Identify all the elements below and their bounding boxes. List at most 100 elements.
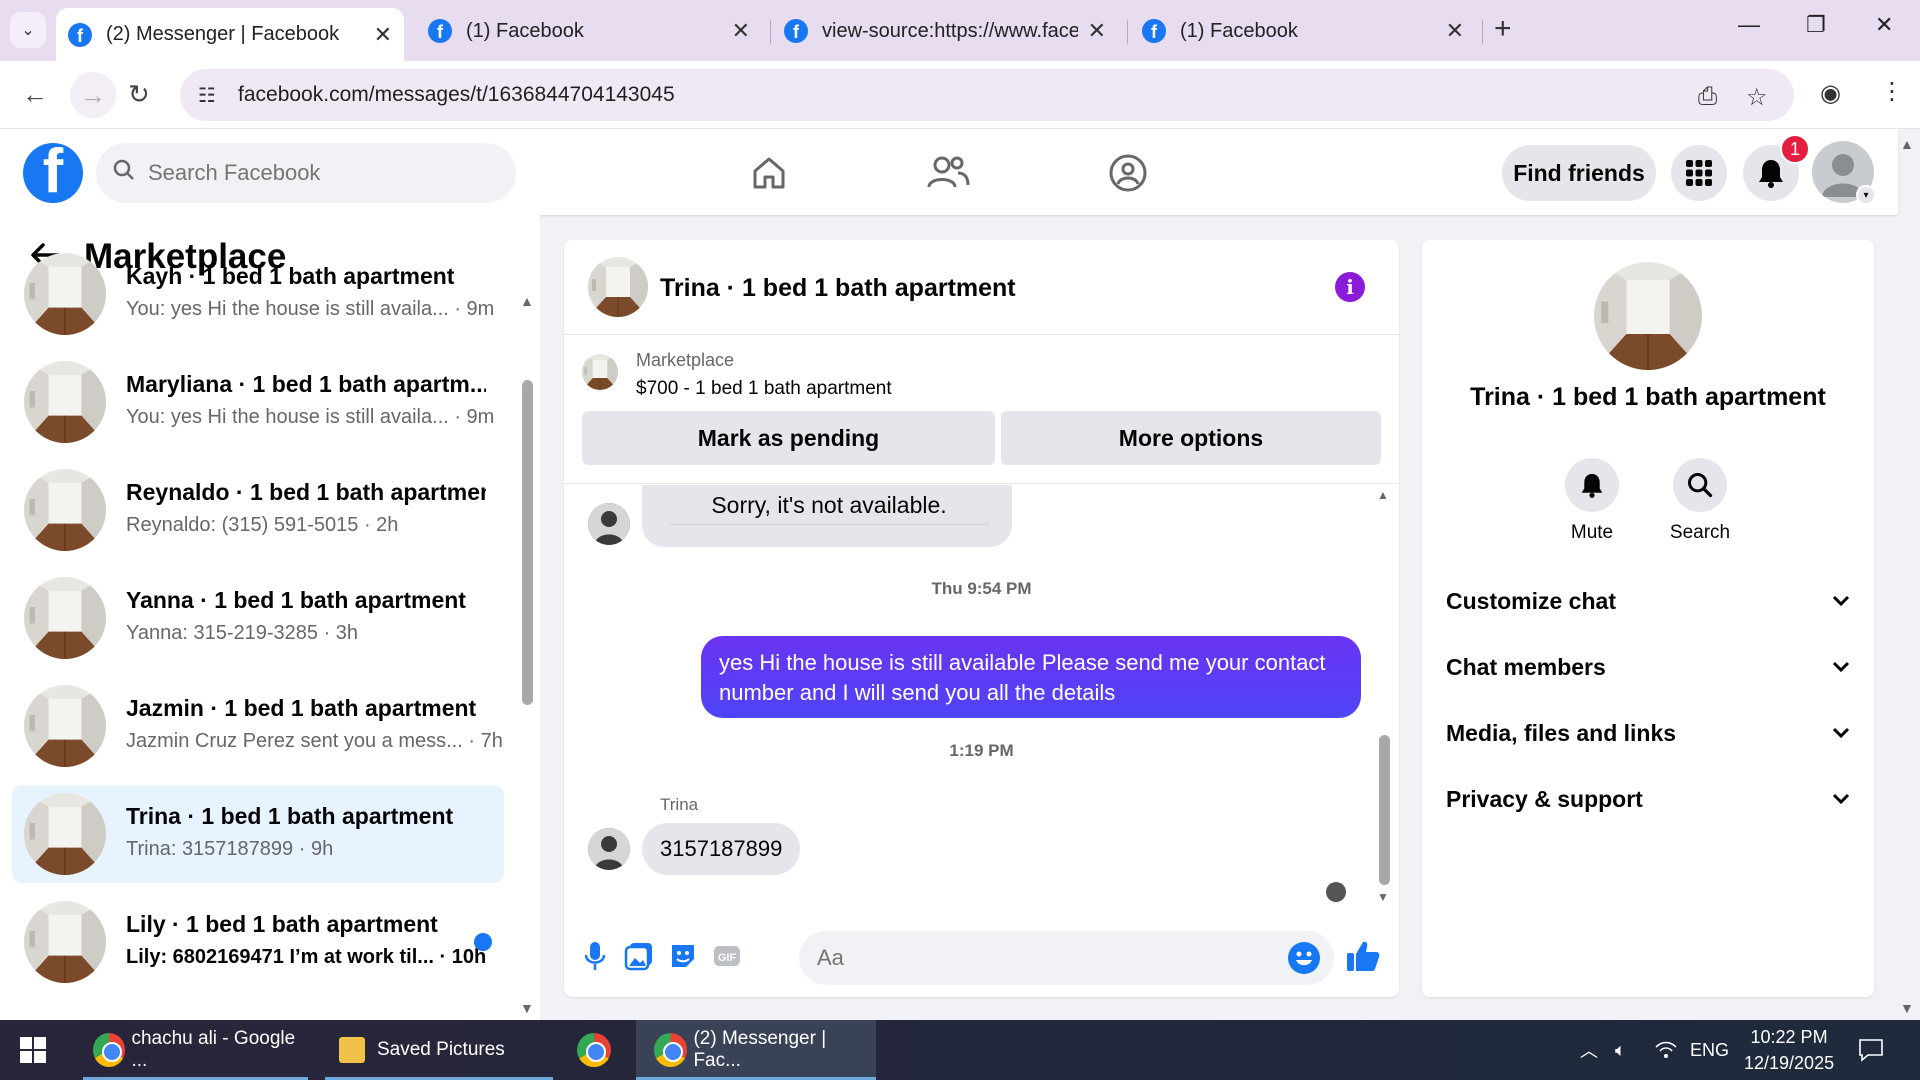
- snippet-separator: ·: [462, 730, 481, 752]
- thread-scroll-up-arrow[interactable]: ▲: [1377, 488, 1389, 502]
- bell-icon: [1565, 458, 1619, 512]
- browser-tab-messenger[interactable]: f (2) Messenger | Facebook ✕: [56, 8, 404, 61]
- chrome-profile-icon[interactable]: ◉: [1820, 79, 1841, 108]
- chat-members-section[interactable]: Chat members: [1446, 642, 1850, 692]
- minimize-window-icon[interactable]: —: [1738, 12, 1760, 38]
- thread-scrollbar-thumb[interactable]: [1379, 735, 1390, 885]
- search-conversation-button[interactable]: Search: [1655, 458, 1745, 544]
- windows-taskbar: chachu ali - Google ... Saved Pictures (…: [0, 1020, 1920, 1080]
- page-scroll-up-arrow[interactable]: ▲: [1900, 136, 1914, 152]
- site-info-icon[interactable]: ☷: [198, 83, 228, 108]
- listing-title[interactable]: $700 - 1 bed 1 bath apartment: [636, 378, 892, 400]
- conversation-item[interactable]: Maryliana · 1 bed 1 bath apartm... You: y…: [12, 353, 504, 451]
- incoming-message-bubble[interactable]: 3157187899: [642, 823, 801, 875]
- incoming-message-bubble[interactable]: Sorry, it's not available.: [642, 485, 1012, 547]
- reload-icon[interactable]: ↻: [128, 79, 150, 110]
- media-files-links-section[interactable]: Media, files and links: [1446, 708, 1850, 758]
- groups-icon[interactable]: [1104, 149, 1152, 197]
- browser-menu-icon[interactable]: ⋮: [1880, 77, 1904, 106]
- details-avatar[interactable]: [1594, 262, 1702, 370]
- page-scroll-down-arrow[interactable]: ▼: [1900, 1000, 1914, 1016]
- conversation-avatar: [24, 361, 106, 443]
- conversation-item[interactable]: Lily · 1 bed 1 bath apartment Lily: 68021…: [12, 893, 504, 991]
- gif-icon[interactable]: GIF: [710, 939, 744, 973]
- customize-chat-section[interactable]: Customize chat: [1446, 576, 1850, 626]
- taskbar-chrome-window-1[interactable]: chachu ali - Google ...: [83, 1020, 308, 1080]
- install-app-icon[interactable]: ⎙: [1698, 83, 1717, 111]
- back-arrow-icon[interactable]: ←: [22, 79, 48, 110]
- chat-list-panel: Marketplace Kayh · 1 bed 1 bath apartmen…: [0, 215, 540, 1020]
- menu-grid-button[interactable]: [1671, 145, 1727, 201]
- browser-tab-facebook-2[interactable]: f (1) Facebook ✕: [1130, 10, 1476, 52]
- browser-tab-bar: ⌄ f (2) Messenger | Facebook ✕ f (1) Fac…: [0, 0, 1920, 61]
- sender-avatar[interactable]: [588, 503, 630, 545]
- like-thumb-icon[interactable]: [1346, 939, 1380, 973]
- close-tab-icon[interactable]: ✕: [374, 22, 392, 48]
- sticker-icon[interactable]: [666, 939, 700, 973]
- sender-avatar[interactable]: [588, 828, 630, 870]
- wifi-icon[interactable]: [1655, 1020, 1677, 1080]
- conversation-item[interactable]: Jazmin · 1 bed 1 bath apartment Jazmin Cr…: [12, 677, 504, 775]
- close-tab-icon[interactable]: ✕: [732, 18, 750, 44]
- message-input-box[interactable]: [799, 931, 1334, 985]
- facebook-search-box[interactable]: [96, 143, 516, 203]
- facebook-logo-icon[interactable]: f: [23, 143, 83, 203]
- list-scroll-up-arrow[interactable]: ▲: [520, 293, 534, 309]
- volume-icon[interactable]: 🔈︎: [1615, 1020, 1626, 1080]
- list-scroll-down-arrow[interactable]: ▼: [520, 1000, 534, 1016]
- windows-start-icon[interactable]: [20, 1020, 46, 1080]
- photo-icon[interactable]: [622, 939, 656, 973]
- system-clock[interactable]: 10:22 PM 12/19/2025: [1744, 1020, 1834, 1080]
- mark-as-pending-button[interactable]: Mark as pending: [582, 411, 995, 465]
- conversation-item[interactable]: Reynaldo · 1 bed 1 bath apartment Reynald…: [12, 461, 504, 559]
- conversation-snippet: You: yes Hi the house is still availa...…: [126, 298, 494, 321]
- tab-search-button[interactable]: ⌄: [10, 12, 46, 48]
- account-chevron-icon[interactable]: ▾: [1856, 185, 1876, 205]
- conversation-avatar: [24, 253, 106, 335]
- mute-button[interactable]: Mute: [1547, 458, 1637, 544]
- show-hidden-icons[interactable]: ︿: [1580, 1020, 1598, 1080]
- browser-tab-view-source[interactable]: f view-source:https://www.facebo ✕: [772, 10, 1118, 52]
- close-tab-icon[interactable]: ✕: [1088, 18, 1106, 44]
- thread-scroll-down-arrow[interactable]: ▼: [1377, 890, 1389, 904]
- bookmark-star-icon[interactable]: ☆: [1746, 83, 1768, 112]
- listing-thumbnail[interactable]: [582, 354, 618, 390]
- input-language[interactable]: ENG: [1690, 1020, 1729, 1080]
- conversation-title[interactable]: Trina · 1 bed 1 bath apartment: [660, 274, 1016, 303]
- conversation-item[interactable]: Trina · 1 bed 1 bath apartment Trina: 315…: [12, 785, 504, 883]
- taskbar-messenger-window[interactable]: (2) Messenger | Fac...: [636, 1020, 876, 1080]
- taskbar-item-label: Saved Pictures: [377, 1039, 505, 1060]
- restore-window-icon[interactable]: ❐: [1806, 12, 1826, 38]
- tab-divider: [1482, 20, 1483, 44]
- outgoing-message-bubble[interactable]: yes Hi the house is still available Plea…: [701, 636, 1361, 718]
- facebook-favicon-icon: f: [784, 19, 808, 43]
- facebook-search-input[interactable]: [148, 160, 468, 186]
- conversation-details-panel: Trina · 1 bed 1 bath apartment Mute Sear…: [1422, 240, 1874, 997]
- message-input[interactable]: [817, 945, 1257, 971]
- list-scrollbar-thumb[interactable]: [522, 380, 533, 705]
- conversation-name: Maryliana · 1 bed 1 bath apartm...: [126, 371, 486, 397]
- conversation-name: Lily · 1 bed 1 bath apartment: [126, 911, 438, 937]
- info-icon[interactable]: i: [1335, 272, 1365, 302]
- taskbar-saved-pictures[interactable]: Saved Pictures: [325, 1020, 553, 1080]
- microphone-icon[interactable]: [578, 939, 612, 973]
- conversation-item[interactable]: Kayh · 1 bed 1 bath apartment You: yes Hi…: [12, 245, 504, 343]
- friends-icon[interactable]: [924, 149, 972, 197]
- forward-arrow-icon[interactable]: →: [70, 72, 116, 118]
- close-window-icon[interactable]: ✕: [1875, 12, 1893, 38]
- new-tab-button[interactable]: +: [1494, 12, 1512, 46]
- home-icon[interactable]: [745, 149, 793, 197]
- browser-tab-facebook-1[interactable]: f (1) Facebook ✕: [416, 10, 762, 52]
- conversation-avatar[interactable]: [588, 257, 648, 317]
- section-label: Media, files and links: [1446, 719, 1677, 746]
- notification-center-icon[interactable]: [1858, 1020, 1884, 1080]
- taskbar-chrome-window-2[interactable]: [560, 1020, 634, 1080]
- more-options-button[interactable]: More options: [1001, 411, 1381, 465]
- conversation-item[interactable]: Yanna · 1 bed 1 bath apartment Yanna: 315…: [12, 569, 504, 667]
- url-text[interactable]: facebook.com/messages/t/1636844704143045: [238, 83, 675, 107]
- privacy-support-section[interactable]: Privacy & support: [1446, 774, 1850, 824]
- address-bar[interactable]: ☷ facebook.com/messages/t/16368447041430…: [180, 69, 1794, 121]
- find-friends-button[interactable]: Find friends: [1502, 145, 1656, 201]
- emoji-icon[interactable]: [1288, 942, 1320, 974]
- close-tab-icon[interactable]: ✕: [1446, 18, 1464, 44]
